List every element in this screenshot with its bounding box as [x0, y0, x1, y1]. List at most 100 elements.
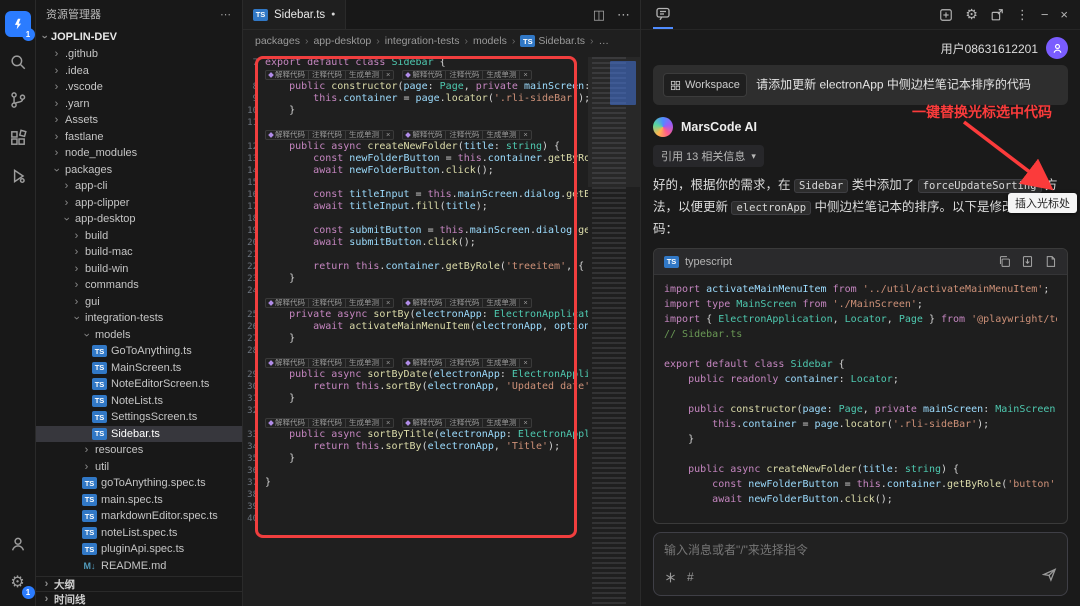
- codelens-unittest[interactable]: 生成单测: [483, 359, 520, 367]
- codelens-explain[interactable]: 解释代码: [403, 131, 446, 139]
- source-control-icon[interactable]: [3, 85, 33, 115]
- skill-asterisk-icon[interactable]: [664, 571, 677, 584]
- breadcrumb-item[interactable]: models: [473, 35, 507, 47]
- codelens-comment[interactable]: 注释代码: [309, 419, 346, 427]
- codelens-close[interactable]: ×: [520, 299, 530, 307]
- codelens-explain[interactable]: 解释代码: [266, 71, 309, 79]
- codelens-close[interactable]: ×: [520, 359, 530, 367]
- tree-item-GoToAnything.ts[interactable]: TSGoToAnything.ts: [36, 343, 242, 360]
- message-input[interactable]: 输入消息或者"/"来选择指令 #: [653, 532, 1068, 596]
- codelens-unittest[interactable]: 生成单测: [346, 359, 383, 367]
- more-actions-icon[interactable]: ⋯: [617, 7, 630, 23]
- search-icon[interactable]: [3, 47, 33, 77]
- codelens-unittest[interactable]: 生成单测: [346, 299, 383, 307]
- tree-item-.vscode[interactable]: ›.vscode: [36, 79, 242, 96]
- breadcrumb-item[interactable]: TSSidebar.ts: [520, 35, 585, 47]
- split-editor-icon[interactable]: ◫: [593, 7, 605, 23]
- copy-icon[interactable]: [998, 255, 1011, 268]
- codelens-close[interactable]: ×: [520, 71, 530, 79]
- popout-icon[interactable]: [990, 8, 1004, 22]
- new-chat-icon[interactable]: [939, 8, 953, 22]
- workspace-chip[interactable]: Workspace: [663, 73, 747, 97]
- tree-item-README.md[interactable]: M↓README.md: [36, 558, 242, 575]
- settings-gear-icon[interactable]: ⚙ 1: [3, 567, 33, 597]
- minimap[interactable]: [588, 57, 640, 606]
- tree-item-packages[interactable]: ›packages: [36, 162, 242, 179]
- codelens-explain[interactable]: 解释代码: [403, 299, 446, 307]
- tree-item-MainScreen.ts[interactable]: TSMainScreen.ts: [36, 360, 242, 377]
- codelens-close[interactable]: ×: [383, 419, 393, 427]
- user-avatar[interactable]: [1046, 37, 1068, 59]
- codelens-unittest[interactable]: 生成单测: [483, 131, 520, 139]
- tree-root-joplin-dev[interactable]: › JOPLIN-DEV: [36, 28, 242, 46]
- codelens-explain[interactable]: 解释代码: [266, 359, 309, 367]
- tree-item-app-desktop[interactable]: ›app-desktop: [36, 211, 242, 228]
- tree-item-pluginApi.spec.ts[interactable]: TSpluginApi.spec.ts: [36, 541, 242, 558]
- codelens-comment[interactable]: 注释代码: [309, 359, 346, 367]
- tree-item-main.spec.ts[interactable]: TSmain.spec.ts: [36, 492, 242, 509]
- codelens-unittest[interactable]: 生成单测: [483, 71, 520, 79]
- codelens-comment[interactable]: 注释代码: [446, 419, 483, 427]
- insert-at-cursor-button[interactable]: 插入光标处: [1008, 193, 1077, 213]
- kebab-menu-icon[interactable]: ⋮: [1016, 7, 1029, 23]
- tree-item-build-mac[interactable]: ›build-mac: [36, 244, 242, 261]
- codelens-comment[interactable]: 注释代码: [309, 71, 346, 79]
- codelens-explain[interactable]: 解释代码: [403, 71, 446, 79]
- codelens-unittest[interactable]: 生成单测: [346, 71, 383, 79]
- reference-chip[interactable]: 引用 13 相关信息 ▾: [653, 145, 764, 167]
- tree-item-markdownEditor.spec.ts[interactable]: TSmarkdownEditor.spec.ts: [36, 508, 242, 525]
- tree-item-NoteList.ts[interactable]: TSNoteList.ts: [36, 393, 242, 410]
- modified-dot-icon[interactable]: ●: [331, 11, 335, 18]
- tree-item-Sidebar.ts[interactable]: TSSidebar.ts: [36, 426, 242, 443]
- more-actions-icon[interactable]: ⋯: [220, 8, 232, 21]
- tree-item-fastlane[interactable]: ›fastlane: [36, 129, 242, 146]
- tree-item-NoteEditorScreen.ts[interactable]: TSNoteEditorScreen.ts: [36, 376, 242, 393]
- codelens-comment[interactable]: 注释代码: [446, 359, 483, 367]
- tree-item-app-clipper[interactable]: ›app-clipper: [36, 195, 242, 212]
- codelens-unittest[interactable]: 生成单测: [483, 299, 520, 307]
- codelens-comment[interactable]: 注释代码: [446, 131, 483, 139]
- code-editor[interactable]: 7export default class Sidebar {解释代码注释代码生…: [243, 57, 588, 606]
- codelens-explain[interactable]: 解释代码: [403, 419, 446, 427]
- app-logo[interactable]: 1: [3, 9, 33, 39]
- run-debug-icon[interactable]: [3, 161, 33, 191]
- codelens-unittest[interactable]: 生成单测: [483, 419, 520, 427]
- outline-section[interactable]: › 大纲: [36, 576, 242, 591]
- insert-code-icon[interactable]: [1021, 255, 1034, 268]
- tree-item-app-cli[interactable]: ›app-cli: [36, 178, 242, 195]
- codelens-explain[interactable]: 解释代码: [266, 299, 309, 307]
- tree-item-integration-tests[interactable]: ›integration-tests: [36, 310, 242, 327]
- new-file-icon[interactable]: [1044, 255, 1057, 268]
- codelens-close[interactable]: ×: [520, 419, 530, 427]
- codelens-unittest[interactable]: 生成单测: [346, 419, 383, 427]
- codelens-comment[interactable]: 注释代码: [309, 299, 346, 307]
- minimize-icon[interactable]: −: [1041, 7, 1049, 22]
- codelens-unittest[interactable]: 生成单测: [346, 131, 383, 139]
- codelens-close[interactable]: ×: [383, 299, 393, 307]
- breadcrumb-item[interactable]: integration-tests: [385, 35, 460, 47]
- timeline-section[interactable]: › 时间线: [36, 591, 242, 606]
- codelens-close[interactable]: ×: [520, 131, 530, 139]
- code-block-body[interactable]: import activateMainMenuItem from '../uti…: [654, 275, 1067, 523]
- extensions-icon[interactable]: [3, 123, 33, 153]
- codelens-comment[interactable]: 注释代码: [309, 131, 346, 139]
- tree-item-SettingsScreen.ts[interactable]: TSSettingsScreen.ts: [36, 409, 242, 426]
- breadcrumb-item[interactable]: app-desktop: [313, 35, 371, 47]
- codelens-close[interactable]: ×: [383, 71, 393, 79]
- chat-tab[interactable]: [653, 0, 673, 29]
- tree-item-.yarn[interactable]: ›.yarn: [36, 96, 242, 113]
- tree-item-commands[interactable]: ›commands: [36, 277, 242, 294]
- tree-item-Assets[interactable]: ›Assets: [36, 112, 242, 129]
- tree-item-util[interactable]: ›util: [36, 459, 242, 476]
- tree-item-gui[interactable]: ›gui: [36, 294, 242, 311]
- tree-item-build[interactable]: ›build: [36, 228, 242, 245]
- tree-item-.idea[interactable]: ›.idea: [36, 63, 242, 80]
- codelens-close[interactable]: ×: [383, 131, 393, 139]
- tree-item-goToAnything.spec.ts[interactable]: TSgoToAnything.spec.ts: [36, 475, 242, 492]
- send-icon[interactable]: [1042, 567, 1057, 587]
- tab-sidebar-ts[interactable]: TS Sidebar.ts ●: [243, 0, 346, 29]
- tree-item-noteList.spec.ts[interactable]: TSnoteList.spec.ts: [36, 525, 242, 542]
- tree-item-node_modules[interactable]: ›node_modules: [36, 145, 242, 162]
- codelens-explain[interactable]: 解释代码: [266, 131, 309, 139]
- gear-icon[interactable]: ⚙: [965, 6, 978, 23]
